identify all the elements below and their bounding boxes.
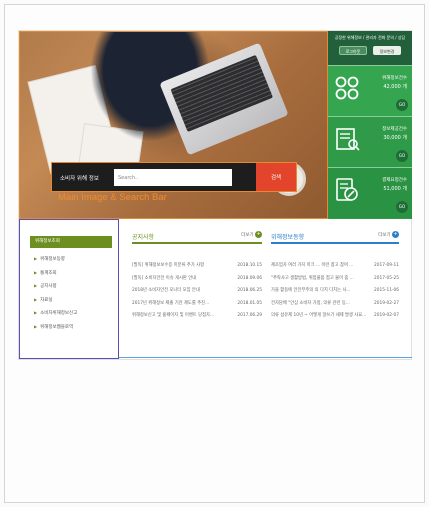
- annotation-label: Main Image & Search Bar: [58, 192, 167, 203]
- go-button[interactable]: GO: [396, 150, 408, 162]
- triangle-bullet-icon: ▶: [34, 256, 38, 261]
- triangle-bullet-icon: ▶: [34, 283, 38, 288]
- nav-item[interactable]: ▶ 위해정보웹블로역: [34, 320, 77, 334]
- stat-label: 결제요청건수: [382, 178, 407, 183]
- nav-item[interactable]: ▶ 소비자위해정보신고: [34, 306, 77, 320]
- main-image: 소비자 위해 정보 검색 Main Image & Search Bar: [19, 31, 328, 219]
- divider: [119, 357, 412, 358]
- main-content: 소비자 위해 정보 검색 Main Image & Search Bar 공정한…: [18, 30, 412, 360]
- search-button[interactable]: 검색: [256, 163, 296, 191]
- chain-rings-icon: [335, 76, 359, 100]
- edit-info-button[interactable]: 정보변경: [373, 46, 401, 55]
- trend-row[interactable]: "추락사고 생활방법, 위험물품 접고 물어 줌 ... 2017-05-25: [271, 273, 399, 286]
- plus-icon: +: [392, 231, 399, 238]
- plus-icon: +: [255, 231, 262, 238]
- nav-list: ▶ 위해정보동향 ▶ 통계조회 ▶ 공지사항 ▶ 자료실 ▶ 소비자위해정보신고 ▶ 위해정…: [34, 252, 77, 333]
- trends-header: 위해정보동향 더보기 +: [271, 231, 399, 244]
- notices-panel: 공지사항 더보기 + [필독] 위해정보보수증 미분류 추가 사항 2018.10…: [132, 231, 262, 366]
- triangle-bullet-icon: ▶: [34, 310, 38, 315]
- notices-header: 공지사항 더보기 +: [132, 231, 262, 244]
- stat-value: 51,000 개: [383, 186, 407, 192]
- document-pen-icon: [336, 178, 358, 201]
- notices-more-link[interactable]: 더보기 +: [241, 231, 262, 238]
- stats-panel: 공정한 위해정보 / 관리자 전화 문의 / 상담 로그아웃 정보변경 위해정보…: [328, 31, 412, 219]
- triangle-bullet-icon: ▶: [34, 296, 38, 302]
- stat-label: 정보제공건수: [382, 127, 407, 132]
- search-input[interactable]: [114, 169, 232, 186]
- stat-payment-requests[interactable]: 결제요청건수 51,000 개 GO: [328, 167, 412, 218]
- triangle-bullet-icon: ▶: [34, 323, 38, 329]
- go-button[interactable]: GO: [396, 99, 408, 111]
- trend-row[interactable]: 제조업자 여러 가지 마크 ... 이런 참고 참여 ... 2017-09-11: [271, 260, 399, 273]
- stats-panel-title: 공정한 위해정보 / 관리자 전화 문의 / 상담: [334, 35, 406, 40]
- notice-row[interactable]: [필독] 소비자안전 이슈 게시판 안내 2018.09.06: [132, 273, 262, 286]
- notice-row[interactable]: 위해정보신고 및 홈페이지 및 이벤트 당첨자... 2017.06.29: [132, 310, 262, 323]
- trend-row[interactable]: 가을 활동에 안전부주의 의 다치 다치는 사... 2015-11-06: [271, 285, 399, 298]
- notices-title: 공지사항: [132, 234, 155, 241]
- stat-harm-info[interactable]: 위해정보건수 42,000 개 GO: [328, 65, 412, 116]
- nav-item[interactable]: ▶ 통계조회: [34, 266, 77, 280]
- notice-row[interactable]: 2017년 위해정보 제출 기관 제도를 추진... 2018.01.05: [132, 298, 262, 311]
- logout-button[interactable]: 로그아웃: [339, 46, 367, 55]
- stat-value: 30,000 개: [383, 135, 407, 141]
- search-bar: 소비자 위해 정보 검색: [51, 162, 297, 192]
- stat-value: 42,000 개: [383, 84, 407, 90]
- stat-label: 위해정보건수: [382, 76, 407, 81]
- stats-panel-header: 공정한 위해정보 / 관리자 전화 문의 / 상담 로그아웃 정보변경: [328, 31, 412, 65]
- trend-row[interactable]: 의류 섬유제 10년 ~ 어떻게 알쓰기 세제 발생 사요... 2019-02-…: [271, 310, 399, 323]
- trends-more-link[interactable]: 더보기 +: [378, 231, 399, 238]
- stat-info-provided[interactable]: 정보제공건수 30,000 개 GO: [328, 116, 412, 167]
- trends-title: 위해정보동향: [271, 234, 305, 241]
- nav-item[interactable]: ▶ 공지사항: [34, 279, 77, 293]
- report-icon: [336, 128, 360, 151]
- search-title: 소비자 위해 정보: [60, 176, 99, 182]
- trends-panel: 위해정보동향 더보기 + 제조업자 여러 가지 마크 ... 이런 참고 참여 …: [271, 231, 399, 366]
- left-navigation: 위해정보조회 ▶ 위해정보동향 ▶ 통계조회 ▶ 공지사항 ▶ 자료실 ▶ 소비자위해정보…: [19, 219, 119, 359]
- go-button[interactable]: GO: [396, 201, 408, 213]
- notice-row[interactable]: [필독] 위해정보보수증 미분류 추가 사항 2018.10.15: [132, 260, 262, 273]
- nav-item[interactable]: ▶ 위해정보동향: [34, 252, 77, 266]
- trend-row[interactable]: 전자담배 "안심 소비자 가정, 의류 관련 등... 2019-02-27: [271, 298, 399, 311]
- notice-row[interactable]: 2018년 소비자안전 모니터 모집 안내 2018.06.25: [132, 285, 262, 298]
- triangle-bullet-icon: ▶: [34, 269, 38, 275]
- nav-header[interactable]: 위해정보조회: [30, 236, 112, 248]
- nav-item[interactable]: ▶ 자료실: [34, 293, 77, 307]
